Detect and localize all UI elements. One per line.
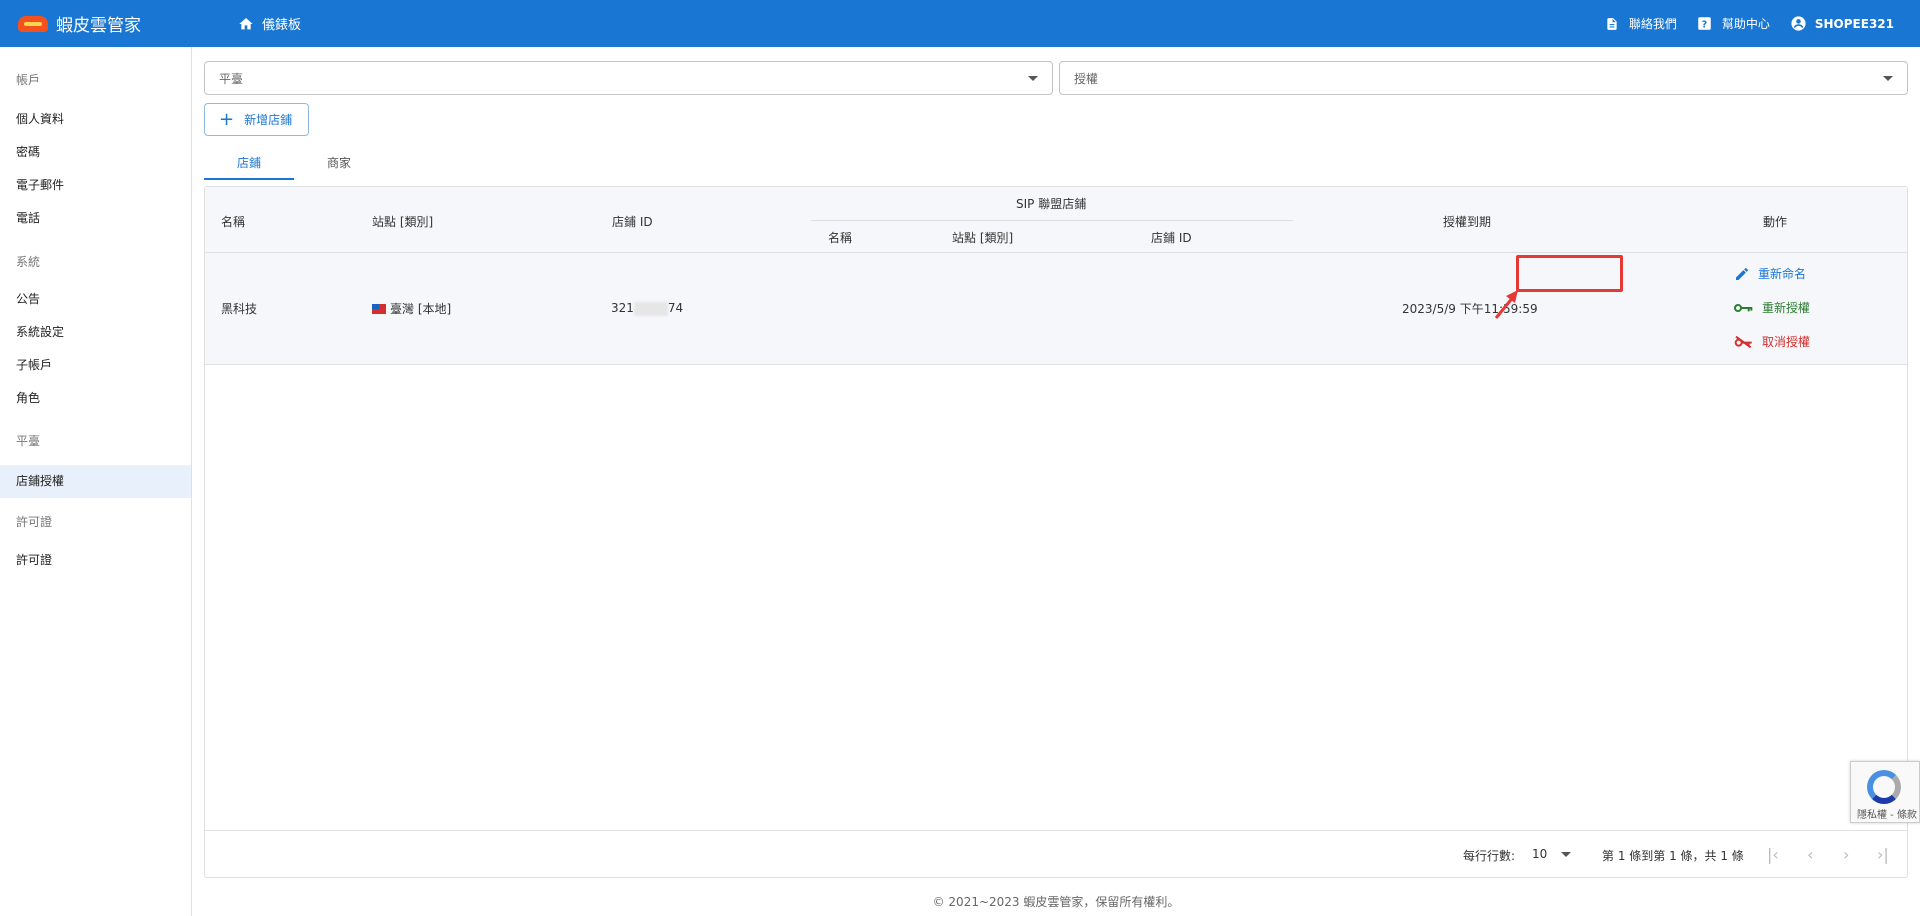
- sidebar-section-system: 系統: [16, 255, 41, 269]
- sidebar-section-account: 帳戶: [16, 73, 41, 87]
- sidebar-section-platform: 平臺: [16, 434, 41, 448]
- add-shop-button[interactable]: + 新增店鋪: [204, 103, 309, 136]
- table-row: 黑科技 臺灣 [本地] 321 74 2023/5/9 下午11:59:59 重新…: [205, 253, 1907, 365]
- tab-shops[interactable]: 店鋪: [204, 147, 294, 180]
- shopee-logo-icon: [18, 15, 48, 32]
- platform-select-placeholder: 平臺: [219, 71, 244, 86]
- sidebar-item-email[interactable]: 電子郵件: [0, 169, 191, 202]
- cancel-auth-label: 取消授權: [1762, 335, 1811, 349]
- shop-site-label: 臺灣 [本地]: [390, 302, 452, 316]
- recaptcha-badge[interactable]: 隱私權 - 條款: [1850, 761, 1920, 823]
- dashboard-label: 儀錶板: [262, 18, 302, 33]
- caret-down-icon: [1561, 852, 1572, 857]
- chevron-down-icon: [1028, 76, 1038, 81]
- sidebar-item-license[interactable]: 許可證: [0, 544, 191, 577]
- key-off-icon: [1734, 335, 1752, 348]
- account-circle-icon: [1791, 16, 1806, 31]
- auth-select-placeholder: 授權: [1074, 71, 1099, 86]
- plus-icon: +: [219, 108, 235, 130]
- col-shop-id: 店鋪 ID: [612, 215, 653, 229]
- chevron-down-icon: [1883, 76, 1893, 81]
- redacted-blur: [633, 301, 668, 316]
- col-site: 站點 [類別]: [372, 215, 434, 229]
- shop-name: 黑科技: [221, 302, 258, 316]
- taiwan-flag-icon: [372, 304, 386, 314]
- contact-link[interactable]: 聯絡我們: [1605, 15, 1677, 32]
- copyright: © 2021~2023 蝦皮雲管家，保留所有權利。: [932, 895, 1180, 909]
- next-page-icon[interactable]: ›: [1843, 845, 1849, 864]
- rows-per-page-select[interactable]: 10: [1532, 847, 1572, 861]
- user-menu[interactable]: SHOPEE321: [1790, 15, 1894, 32]
- col-sip-shop-id: 店鋪 ID: [1151, 231, 1192, 245]
- auth-select[interactable]: 授權: [1059, 61, 1908, 95]
- home-icon: [239, 17, 253, 29]
- sidebar-item-shop-auth[interactable]: 店鋪授權: [0, 465, 191, 498]
- top-app-bar: 蝦皮雲管家 儀錶板 聯絡我們 ? 幫助中心 SHOPEE321: [0, 0, 1920, 47]
- dashboard-link[interactable]: 儀錶板: [238, 14, 301, 33]
- key-icon: [1734, 303, 1753, 312]
- sidebar-item-profile[interactable]: 個人資料: [0, 103, 191, 136]
- brand[interactable]: 蝦皮雲管家: [18, 11, 218, 36]
- table-header: 名稱 站點 [類別] 店鋪 ID SIP 聯盟店鋪 名稱 站點 [類別] 店鋪 …: [205, 187, 1907, 253]
- user-name: SHOPEE321: [1814, 16, 1894, 31]
- rows-per-page-label: 每行行數:: [1463, 849, 1516, 863]
- svg-text:?: ?: [1702, 19, 1707, 30]
- rows-per-page-value: 10: [1532, 847, 1548, 861]
- pencil-icon: [1736, 267, 1748, 280]
- sidebar-item-password[interactable]: 密碼: [0, 136, 191, 169]
- sidebar: 帳戶 個人資料 密碼 電子郵件 電話 系統 公告 系統設定 子帳戶 角色 平臺 …: [0, 47, 192, 916]
- col-name: 名稱: [221, 215, 246, 229]
- shop-id-suffix: 74: [667, 301, 684, 315]
- last-page-icon[interactable]: ›|: [1877, 845, 1889, 864]
- sidebar-item-announcements[interactable]: 公告: [0, 283, 191, 316]
- shop-site: 臺灣 [本地]: [372, 300, 451, 317]
- brand-name: 蝦皮雲管家: [56, 16, 141, 36]
- help-link[interactable]: ? 幫助中心: [1697, 15, 1770, 32]
- sidebar-item-system-settings[interactable]: 系統設定: [0, 316, 191, 349]
- col-expiry: 授權到期: [1443, 215, 1492, 229]
- sidebar-item-roles[interactable]: 角色: [0, 382, 191, 415]
- col-actions: 動作: [1763, 215, 1788, 229]
- platform-select[interactable]: 平臺: [204, 61, 1053, 95]
- sip-divider: [811, 220, 1293, 221]
- highlight-box: [1516, 255, 1623, 292]
- shop-id: 321 74: [611, 301, 683, 316]
- sidebar-item-sub-accounts[interactable]: 子帳戶: [0, 349, 191, 382]
- reauthorize-label: 重新授權: [1762, 301, 1811, 315]
- help-label: 幫助中心: [1721, 17, 1770, 31]
- col-sip-site: 站點 [類別]: [952, 231, 1014, 245]
- tab-merchants[interactable]: 商家: [294, 147, 384, 180]
- previous-page-icon[interactable]: ‹: [1807, 845, 1813, 864]
- rename-button[interactable]: 重新命名: [1734, 265, 1806, 282]
- recaptcha-text: 隱私權 - 條款: [1857, 810, 1917, 821]
- shop-table: 名稱 站點 [類別] 店鋪 ID SIP 聯盟店鋪 名稱 站點 [類別] 店鋪 …: [204, 186, 1908, 878]
- cancel-auth-button[interactable]: 取消授權: [1734, 333, 1810, 350]
- table-pagination: 每行行數: 10 第 1 條到第 1 條，共 1 條 |‹ ‹ › ›|: [205, 830, 1907, 878]
- tabs: 店鋪 商家: [204, 147, 384, 180]
- sidebar-section-license: 許可證: [16, 515, 53, 529]
- contact-label: 聯絡我們: [1628, 17, 1677, 31]
- first-page-icon[interactable]: |‹: [1767, 845, 1779, 864]
- col-sip-name: 名稱: [828, 231, 853, 245]
- add-shop-label: 新增店鋪: [244, 113, 293, 127]
- rename-label: 重新命名: [1758, 267, 1807, 281]
- shop-id-prefix: 321: [611, 301, 634, 315]
- document-icon: [1607, 17, 1617, 30]
- arrow-icon: [1494, 290, 1518, 319]
- help-icon: ?: [1698, 17, 1711, 30]
- recaptcha-icon: [1867, 770, 1901, 804]
- sidebar-item-phone[interactable]: 電話: [0, 202, 191, 235]
- reauthorize-button[interactable]: 重新授權: [1734, 299, 1810, 316]
- pagination-range: 第 1 條到第 1 條，共 1 條: [1602, 849, 1744, 863]
- col-sip: SIP 聯盟店鋪: [1016, 197, 1087, 211]
